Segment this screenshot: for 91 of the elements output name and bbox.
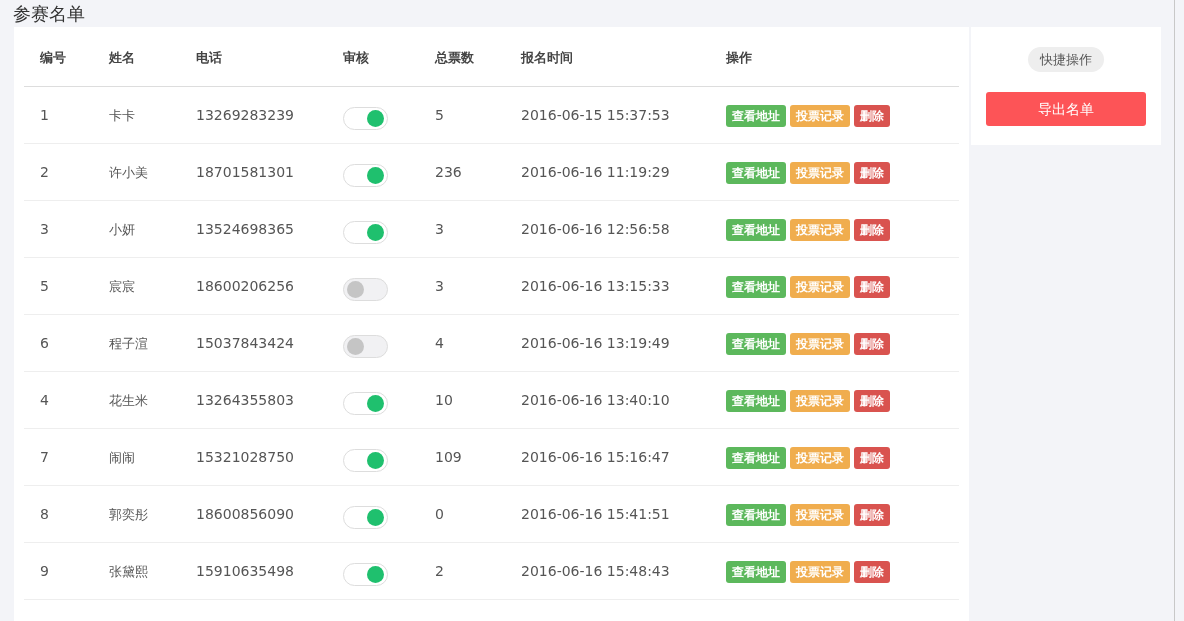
vote-record-button[interactable]: 投票记录	[790, 333, 850, 355]
delete-button[interactable]: 删除	[854, 105, 890, 127]
vote-record-button[interactable]: 投票记录	[790, 447, 850, 469]
toggle-switch[interactable]	[343, 334, 388, 358]
table-cell: 张黛熙	[109, 563, 148, 579]
table-cell: 3	[435, 220, 444, 237]
column-header: 总票数	[435, 49, 474, 65]
toggle-switch[interactable]	[343, 106, 388, 130]
table-cell: 3	[40, 220, 49, 237]
table-cell: 2016-06-16 12:56:58	[521, 220, 670, 237]
table-cell: 2	[435, 562, 444, 579]
toggle-switch[interactable]	[343, 448, 388, 472]
table-cell: 236	[435, 163, 462, 180]
column-header: 电话	[196, 49, 222, 65]
toggle-switch[interactable]	[343, 277, 388, 301]
view-address-button[interactable]: 查看地址	[726, 333, 786, 355]
table-cell: 18701581301	[196, 163, 294, 180]
view-address-button[interactable]: 查看地址	[726, 504, 786, 526]
view-address-button[interactable]: 查看地址	[726, 447, 786, 469]
table-cell: 2016-06-15 15:37:53	[521, 106, 670, 123]
delete-button[interactable]: 删除	[854, 504, 890, 526]
view-address-button[interactable]: 查看地址	[726, 219, 786, 241]
toggle-switch[interactable]	[343, 163, 388, 187]
delete-button[interactable]: 删除	[854, 276, 890, 298]
table-cell: 7	[40, 448, 49, 465]
table-cell: 5	[435, 106, 444, 123]
delete-button[interactable]: 删除	[854, 333, 890, 355]
table-cell: 2016-06-16 13:19:49	[521, 334, 670, 351]
view-address-button[interactable]: 查看地址	[726, 561, 786, 583]
table-cell: 15321028750	[196, 448, 294, 465]
view-address-button[interactable]: 查看地址	[726, 105, 786, 127]
vote-record-button[interactable]: 投票记录	[790, 219, 850, 241]
page-title: 参赛名单	[13, 2, 85, 26]
table-cell: 4	[40, 391, 49, 408]
table-cell: 宸宸	[109, 278, 135, 294]
column-header: 姓名	[109, 49, 135, 65]
vote-record-button[interactable]: 投票记录	[790, 390, 850, 412]
column-header: 审核	[343, 49, 369, 65]
table-cell: 13264355803	[196, 391, 294, 408]
table-cell: 0	[435, 505, 444, 522]
view-address-button[interactable]: 查看地址	[726, 162, 786, 184]
table-cell: 5	[40, 277, 49, 294]
export-button[interactable]: 导出名单	[986, 92, 1146, 126]
table-cell: 闹闹	[109, 449, 135, 465]
table-cell: 13269283239	[196, 106, 294, 123]
table-cell: 8	[40, 505, 49, 522]
table-cell: 3	[435, 277, 444, 294]
view-address-button[interactable]: 查看地址	[726, 390, 786, 412]
view-address-button[interactable]: 查看地址	[726, 276, 786, 298]
table-cell: 2016-06-16 13:15:33	[521, 277, 670, 294]
delete-button[interactable]: 删除	[854, 561, 890, 583]
table-cell: 花生米	[109, 392, 148, 408]
table-cell: 15910635498	[196, 562, 294, 579]
table-cell: 9	[40, 562, 49, 579]
toggle-switch[interactable]	[343, 220, 388, 244]
table-cell: 2016-06-16 11:19:29	[521, 163, 670, 180]
table-cell: 2016-06-16 13:40:10	[521, 391, 670, 408]
table-cell: 18600856090	[196, 505, 294, 522]
table-cell: 15037843424	[196, 334, 294, 351]
table-cell: 2016-06-16 15:16:47	[521, 448, 670, 465]
toggle-switch[interactable]	[343, 505, 388, 529]
section-label: 快捷操作	[1028, 47, 1104, 72]
vote-record-button[interactable]: 投票记录	[790, 504, 850, 526]
column-header: 编号	[40, 49, 66, 65]
table-cell: 程子渲	[109, 335, 148, 351]
table-cell: 109	[435, 448, 462, 465]
table-cell: 2	[40, 163, 49, 180]
toggle-switch[interactable]	[343, 562, 388, 586]
delete-button[interactable]: 删除	[854, 447, 890, 469]
table-cell: 18600206256	[196, 277, 294, 294]
toggle-switch[interactable]	[343, 391, 388, 415]
delete-button[interactable]: 删除	[854, 390, 890, 412]
table-cell: 2016-06-16 15:41:51	[521, 505, 670, 522]
vote-record-button[interactable]: 投票记录	[790, 276, 850, 298]
table-cell: 许小美	[109, 164, 148, 180]
column-header: 操作	[726, 49, 752, 65]
table-cell: 13524698365	[196, 220, 294, 237]
vote-record-button[interactable]: 投票记录	[790, 162, 850, 184]
table-cell: 6	[40, 334, 49, 351]
delete-button[interactable]: 删除	[854, 219, 890, 241]
delete-button[interactable]: 删除	[854, 162, 890, 184]
vote-record-button[interactable]: 投票记录	[790, 561, 850, 583]
table-cell: 卡卡	[109, 107, 135, 123]
vote-record-button[interactable]: 投票记录	[790, 105, 850, 127]
table-cell: 4	[435, 334, 444, 351]
table-cell: 小妍	[109, 221, 135, 237]
table-cell: 10	[435, 391, 453, 408]
table-cell: 郭奕彤	[109, 506, 148, 522]
column-header: 报名时间	[521, 49, 573, 65]
table-cell: 1	[40, 106, 49, 123]
table-cell: 2016-06-16 15:48:43	[521, 562, 670, 579]
